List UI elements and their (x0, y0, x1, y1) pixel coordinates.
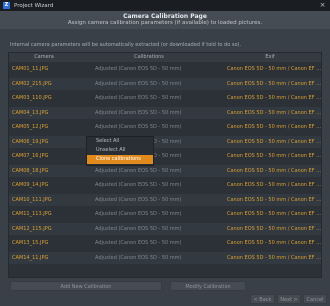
cell-camera: CAM14_11.JPG (12, 254, 49, 261)
cell-exif: Canon EOS 5D - 50 mm / Canon EF ... (227, 182, 321, 188)
close-icon[interactable]: × (318, 1, 327, 10)
menu-item-clone-calibrations[interactable]: Clone calibrations (87, 155, 153, 164)
cell-calibration: Adjusted (Canon EOS 5D - 50 mm) (95, 124, 182, 130)
modify-calibration-button[interactable]: Modify Calibration (170, 281, 246, 291)
table-row[interactable]: CAM03_110.JPG Adjusted (Canon EOS 5D - 50… (9, 92, 321, 104)
cell-calibration: Adjusted (Canon EOS 5D - 50 mm) (95, 95, 182, 101)
cell-exif: Canon EOS 5D - 50 mm / Canon EF ... (227, 196, 321, 203)
cell-camera: CAM09_14.JPG (12, 182, 49, 188)
page-subtitle: Assign camera calibration parameters (if… (67, 20, 263, 26)
table-row[interactable]: CAM14_11.JPG Adjusted (Canon EOS 5D - 50 … (9, 251, 321, 264)
cell-exif: Canon EOS 5D - 50 mm / Canon EF ... (227, 225, 321, 232)
cell-exif: Canon EOS 5D - 50 mm / Canon EF ... (227, 240, 321, 246)
table-row[interactable]: CAM13_15.JPG Adjusted (Canon EOS 5D - 50 … (9, 237, 321, 249)
cell-exif: Canon EOS 5D - 50 mm / Canon EF ... (227, 138, 321, 145)
cell-camera: CAM07_16.JPG (12, 153, 49, 159)
app-icon: Z (3, 2, 10, 9)
cell-exif: Canon EOS 5D - 50 mm / Canon EF ... (227, 211, 321, 217)
header-exif[interactable]: Exif (219, 53, 321, 62)
window-title: Project Wizard (14, 2, 54, 9)
title-bar: Z Project Wizard × (0, 0, 330, 11)
cell-exif: Canon EOS 5D - 50 mm / Canon EF ... (227, 124, 321, 130)
cell-calibration: Adjusted (Canon EOS 5D - 50 mm) (95, 211, 182, 217)
cell-camera: CAM10_111.JPG (12, 196, 52, 203)
cell-calibration: Adjusted (Canon EOS 5D - 50 mm) (95, 225, 182, 232)
cell-calibration: Adjusted (Canon EOS 5D - 50 mm) (95, 66, 182, 72)
cell-camera: CAM02_215.JPG (12, 80, 52, 87)
table-row[interactable]: CAM08_18.JPG Adjusted (Canon EOS 5D - 50 … (9, 164, 321, 177)
cell-exif: Canon EOS 5D - 50 mm / Canon EF ... (227, 153, 321, 159)
cell-exif: Canon EOS 5D - 50 mm / Canon EF ... (227, 109, 321, 116)
header-camera[interactable]: Camera (9, 53, 79, 62)
cell-exif: Canon EOS 5D - 50 mm / Canon EF ... (227, 66, 321, 72)
cell-calibration: Adjusted (Canon EOS 5D - 50 mm) (95, 109, 182, 116)
cell-calibration: Adjusted (Canon EOS 5D - 50 mm) (95, 254, 182, 261)
cell-calibration: Adjusted (Canon EOS 5D - 50 mm) (95, 167, 182, 174)
add-calibration-button[interactable]: Add New Calibration (10, 281, 162, 291)
cell-camera: CAM04_13.JPG (12, 109, 49, 116)
table-row[interactable]: CAM04_13.JPG Adjusted (Canon EOS 5D - 50 … (9, 106, 321, 119)
cell-camera: CAM01_11.JPG (12, 66, 49, 72)
menu-item-unselect-all[interactable]: Unselect All (87, 146, 153, 155)
cancel-button[interactable]: Cancel (303, 294, 327, 304)
back-button[interactable]: < Back (250, 294, 275, 304)
grid-header: Camera Calibrations Exif (9, 53, 321, 62)
info-text: Internal camera parameters will be autom… (10, 42, 242, 48)
menu-item-select-all[interactable]: Select All (87, 137, 153, 146)
table-row[interactable]: CAM01_11.JPG Adjusted (Canon EOS 5D - 50 … (9, 63, 321, 75)
cell-camera: CAM06_19.JPG (12, 138, 49, 145)
table-row[interactable]: CAM10_111.JPG Adjusted (Canon EOS 5D - 50… (9, 193, 321, 206)
cell-camera: CAM03_110.JPG (12, 95, 52, 101)
cell-calibration: Adjusted (Canon EOS 5D - 50 mm) (95, 240, 182, 246)
table-row[interactable]: CAM11_113.JPG Adjusted (Canon EOS 5D - 50… (9, 208, 321, 220)
cell-exif: Canon EOS 5D - 50 mm / Canon EF ... (227, 167, 321, 174)
cell-camera: CAM11_113.JPG (12, 211, 52, 217)
cell-exif: Canon EOS 5D - 50 mm / Canon EF ... (227, 80, 321, 87)
cell-calibration: Adjusted (Canon EOS 5D - 50 mm) (95, 182, 182, 188)
context-menu: Select All Unselect All Clone calibratio… (86, 136, 154, 166)
table-row[interactable]: CAM09_14.JPG Adjusted (Canon EOS 5D - 50 … (9, 179, 321, 191)
table-row[interactable]: CAM12_115.JPG Adjusted (Canon EOS 5D - 50… (9, 222, 321, 235)
cell-camera: CAM12_115.JPG (12, 225, 52, 232)
cell-exif: Canon EOS 5D - 50 mm / Canon EF ... (227, 95, 321, 101)
table-row[interactable]: CAM05_12.JPG Adjusted (Canon EOS 5D - 50 … (9, 121, 321, 133)
cell-exif: Canon EOS 5D - 50 mm / Canon EF ... (227, 254, 321, 261)
header-calibrations[interactable]: Calibrations (79, 53, 219, 62)
camera-grid[interactable]: Camera Calibrations Exif CAM01_11.JPG Adj… (8, 52, 322, 278)
page-title: Camera Calibration Page (123, 13, 207, 20)
cell-camera: CAM05_12.JPG (12, 124, 49, 130)
next-button[interactable]: Next > (277, 294, 301, 304)
table-row[interactable]: CAM02_215.JPG Adjusted (Canon EOS 5D - 50… (9, 77, 321, 90)
table-row[interactable]: CAM06_19.JPGAdjusted (Canon EOS 5D - 50 … (9, 135, 321, 148)
cell-camera: CAM08_18.JPG (12, 167, 49, 174)
cell-calibration: Adjusted (Canon EOS 5D - 50 mm) (95, 196, 182, 203)
cell-camera: CAM13_15.JPG (12, 240, 49, 246)
cell-calibration: Adjusted (Canon EOS 5D - 50 mm) (95, 80, 182, 87)
table-row[interactable]: CAM07_16.JPGAdjusted (Canon EOS 5D - 50 … (9, 150, 321, 162)
